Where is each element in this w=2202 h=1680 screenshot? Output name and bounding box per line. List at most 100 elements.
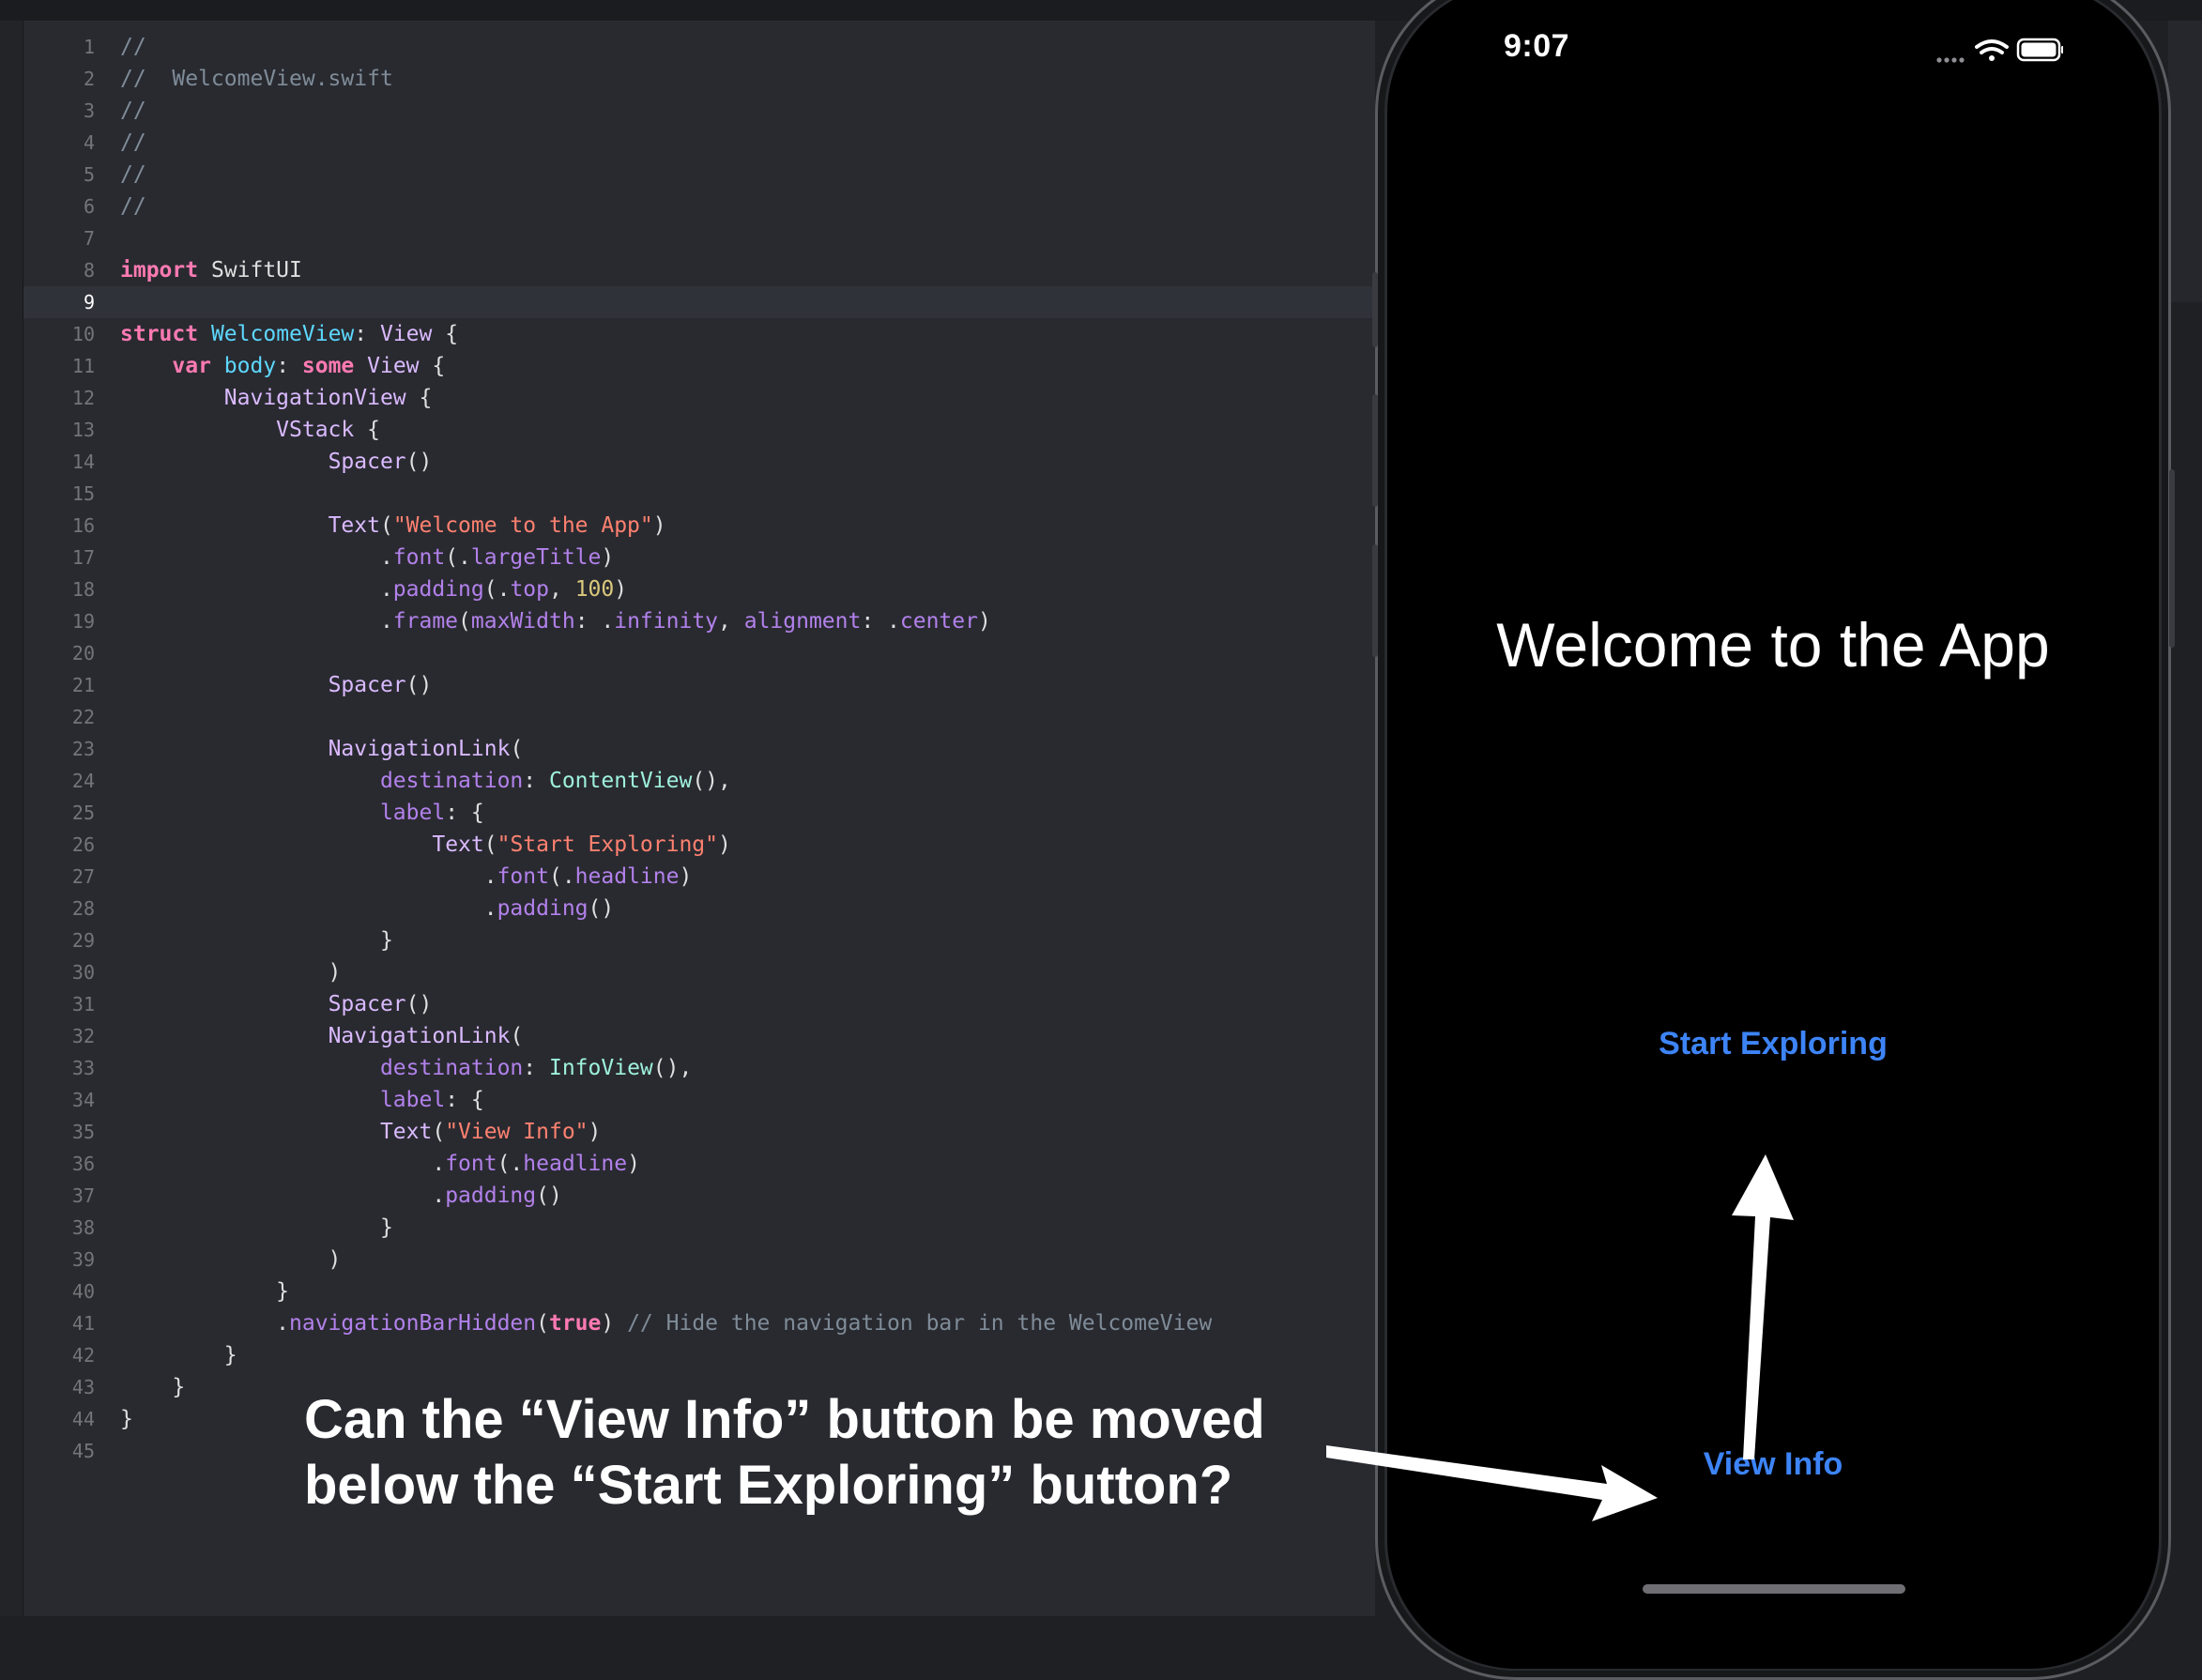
code-line[interactable]: 32 NavigationLink( [23, 1020, 1375, 1052]
line-number: 5 [83, 163, 95, 186]
code-token: , [718, 609, 744, 634]
code-token: font [445, 1152, 497, 1176]
code-line[interactable]: 35 Text("View Info") [23, 1116, 1375, 1148]
code-line[interactable]: 15 [23, 478, 1375, 510]
code-line[interactable]: 13 VStack { [23, 414, 1375, 446]
code-token: "Welcome to the App" [392, 513, 653, 538]
code-text: Text("View Info") [120, 1116, 601, 1148]
code-line[interactable]: 30 ) [23, 956, 1375, 988]
start-exploring-button[interactable]: Start Exploring [1585, 1020, 1961, 1067]
line-number: 31 [71, 993, 95, 1016]
code-line[interactable]: 23 NavigationLink( [23, 733, 1375, 765]
line-number: 37 [71, 1184, 95, 1207]
code-token: ) [679, 864, 693, 889]
code-line[interactable]: 41 .navigationBarHidden(true) // Hide th… [23, 1307, 1375, 1339]
code-line[interactable]: 7 [23, 222, 1375, 254]
line-number: 3 [83, 99, 95, 122]
code-line[interactable]: 2 // WelcomeView.swift [23, 63, 1375, 95]
code-line[interactable]: 9 [23, 286, 1375, 318]
code-token: ) [718, 832, 731, 857]
code-text: // [120, 95, 146, 127]
line-number: 23 [71, 738, 95, 760]
code-line[interactable]: 4 // [23, 127, 1375, 159]
code-line[interactable]: 11 var body: some View { [23, 350, 1375, 382]
code-line[interactable]: 6 // [23, 191, 1375, 222]
line-number: 45 [71, 1440, 95, 1462]
code-token: maxWidth [470, 609, 575, 634]
code-line[interactable]: 24 destination: ContentView(), [23, 765, 1375, 797]
code-text: Spacer() [120, 446, 433, 478]
code-token: ( [379, 513, 393, 538]
code-token: () [536, 1184, 562, 1208]
code-token: (), [692, 769, 731, 793]
code-token: (. [548, 864, 575, 889]
code-token: . [120, 1152, 446, 1176]
line-number: 10 [71, 323, 95, 345]
code-text: .padding() [120, 893, 615, 924]
code-token: InfoView [548, 1056, 653, 1080]
line-number: 16 [71, 514, 95, 537]
code-line[interactable]: 22 [23, 701, 1375, 733]
line-number: 34 [71, 1089, 95, 1111]
code-line[interactable]: 28 .padding() [23, 893, 1375, 924]
simulator-screen[interactable]: 9:07 Welcome to the App Start Exploring … [1387, 0, 2159, 1669]
code-line[interactable]: 3 // [23, 95, 1375, 127]
code-line[interactable]: 12 NavigationView { [23, 382, 1375, 414]
code-token: ( [510, 737, 524, 761]
code-line[interactable]: 36 .font(.headline) [23, 1148, 1375, 1180]
home-indicator[interactable] [1643, 1584, 1905, 1594]
code-text: destination: ContentView(), [120, 765, 731, 797]
code-line[interactable]: 34 label: { [23, 1084, 1375, 1116]
side-button [1372, 394, 1378, 507]
code-line[interactable]: 14 Spacer() [23, 446, 1375, 478]
code-token: View [379, 322, 433, 346]
code-token: (. [483, 577, 511, 602]
status-bar-icons [1936, 38, 2063, 63]
code-line[interactable]: 20 [23, 637, 1375, 669]
code-line[interactable]: 31 Spacer() [23, 988, 1375, 1020]
code-line[interactable]: 8 import SwiftUI [23, 254, 1375, 286]
code-token: some [301, 354, 355, 378]
code-line[interactable]: 17 .font(.largeTitle) [23, 542, 1375, 573]
line-number: 11 [71, 355, 95, 377]
code-token: : [523, 1056, 549, 1080]
code-line[interactable]: 42 } [23, 1339, 1375, 1371]
line-number: 13 [71, 419, 95, 441]
code-token: body [223, 354, 277, 378]
code-token: // [120, 162, 146, 187]
code-token: } [120, 1407, 133, 1431]
code-line[interactable]: 5 // [23, 159, 1375, 191]
code-line[interactable]: 29 } [23, 924, 1375, 956]
code-line[interactable]: 18 .padding(.top, 100) [23, 573, 1375, 605]
code-line[interactable]: 39 ) [23, 1244, 1375, 1275]
line-number: 36 [71, 1153, 95, 1175]
code-token: : . [861, 609, 900, 634]
code-line[interactable]: 10 struct WelcomeView: View { [23, 318, 1375, 350]
code-line[interactable]: 33 destination: InfoView(), [23, 1052, 1375, 1084]
code-token: true [548, 1311, 602, 1336]
code-line[interactable]: 19 .frame(maxWidth: .infinity, alignment… [23, 605, 1375, 637]
code-line[interactable]: 37 .padding() [23, 1180, 1375, 1212]
side-button [1372, 544, 1378, 657]
code-token: label [379, 1088, 446, 1112]
code-line[interactable]: 38 } [23, 1212, 1375, 1244]
code-editor[interactable]: 1 // 2 // WelcomeView.swift 3 // 4 // 5 // 6 // 7 8 im… [23, 22, 1394, 1616]
code-line[interactable]: 27 .font(.headline) [23, 861, 1375, 893]
view-info-button[interactable]: View Info [1585, 1441, 1961, 1488]
line-number: 28 [71, 897, 95, 920]
code-line[interactable]: 16 Text("Welcome to the App") [23, 510, 1375, 542]
code-line[interactable]: 21 Spacer() [23, 669, 1375, 701]
code-token: : { [445, 801, 484, 825]
code-line[interactable]: 26 Text("Start Exploring") [23, 829, 1375, 861]
code-line[interactable]: 1 // [23, 31, 1375, 63]
code-text: Spacer() [120, 988, 433, 1020]
wifi-icon [1975, 39, 2009, 61]
code-line[interactable]: 40 } [23, 1275, 1375, 1307]
code-line[interactable]: 25 label: { [23, 797, 1375, 829]
question-line-2: below the “Start Exploring” button? [304, 1455, 1233, 1516]
